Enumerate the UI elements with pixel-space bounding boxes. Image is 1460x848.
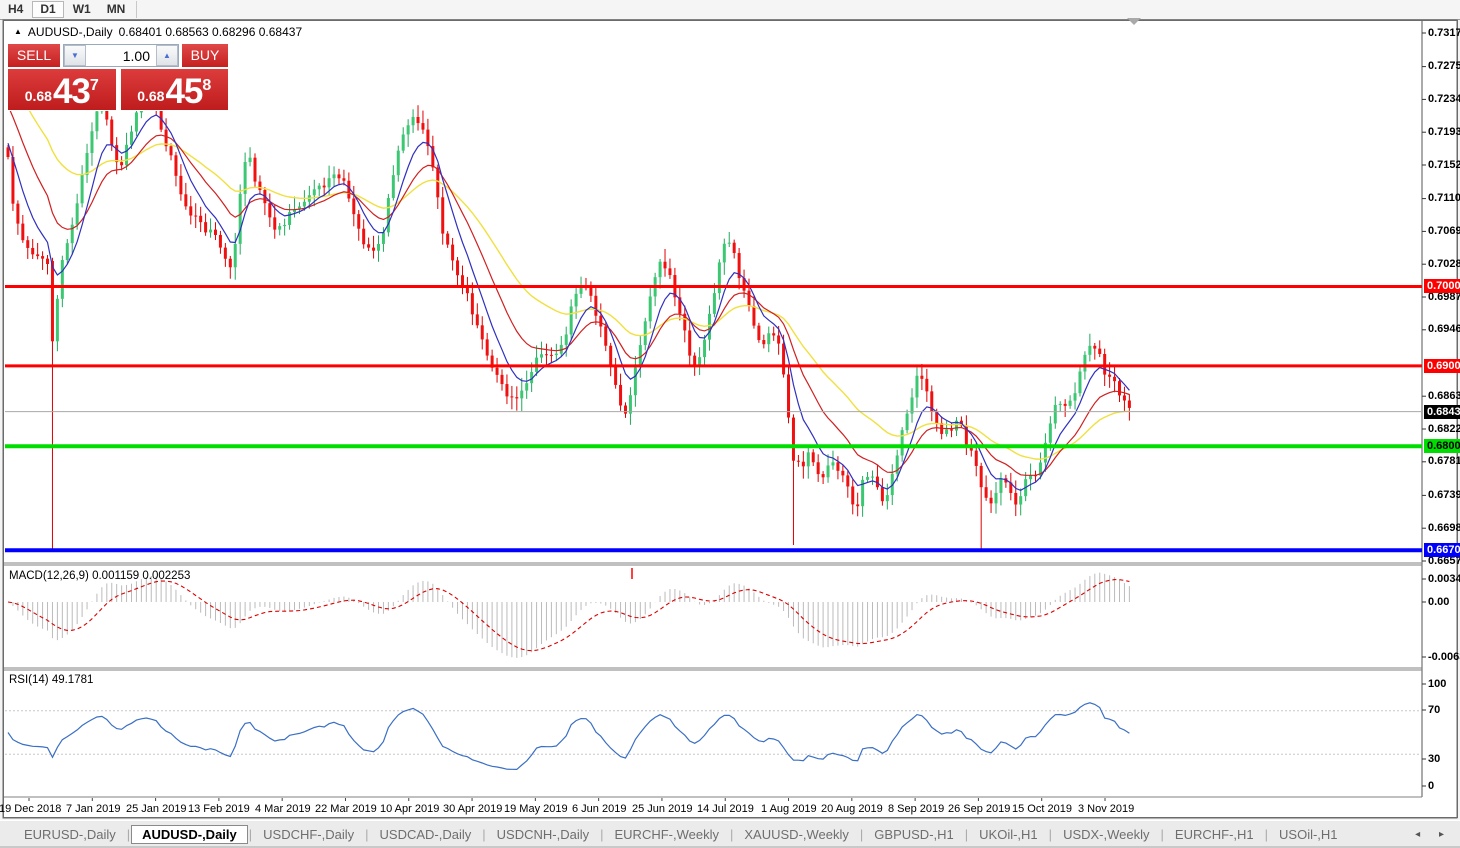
rsi-label: RSI(14) 49.1781 [9,674,93,686]
buy-button[interactable]: BUY [182,44,228,67]
date-axis-label: 20 Aug 2019 [821,803,883,815]
volume-decrease-button[interactable]: ▼ [64,45,86,66]
price-axis-tick: 0.72750 [1428,60,1460,72]
rsi-panel [5,703,1422,770]
date-axis-label: 22 Mar 2019 [315,803,377,815]
date-axis-label: 19 May 2019 [504,803,568,815]
volume-spinner: ▼ ▲ [63,44,179,67]
rsi-axis-tick: 0 [1428,780,1434,792]
one-click-trade-panel: SELL ▼ ▲ BUY 0.68 43 7 0.68 45 8 [8,44,228,110]
price-axis-tick: 0.70690 [1428,225,1460,237]
price-tag: 0.69009 [1424,359,1460,373]
price-axis-tick: 0.69460 [1428,323,1460,335]
date-axis-label: 8 Sep 2019 [888,803,944,815]
price-axis-tick: 0.73170 [1428,27,1460,39]
price-axis-tick: 0.67810 [1428,455,1460,467]
symbol-tab-ukoil[interactable]: UKOil-,H1 [969,825,1048,844]
autoscroll-marker-icon[interactable] [1127,18,1141,25]
rsi-axis-tick: 100 [1428,678,1446,690]
tab-scroll-arrows[interactable]: ◂ ▸ [1415,829,1452,840]
price-axis-tick: 0.68630 [1428,390,1460,402]
symbol-tab-usdx[interactable]: USDX-,Weekly [1053,825,1159,844]
sell-price-pip: 7 [90,77,99,95]
date-axis-label: 4 Mar 2019 [255,803,311,815]
symbol-tab-audusd[interactable]: AUDUSD-,Daily [131,825,248,844]
symbol-tab-xauusd[interactable]: XAUUSD-,Weekly [734,825,859,844]
symbol-tab-usdchf[interactable]: USDCHF-,Daily [253,825,364,844]
chart-canvas[interactable] [0,0,1460,848]
buy-price-prefix: 0.68 [137,88,164,104]
macd-histogram [8,573,1129,658]
date-axis-label: 30 Apr 2019 [443,803,502,815]
date-axis-label: 13 Feb 2019 [188,803,250,815]
macd-axis-tick: 0.00349 [1428,573,1460,585]
symbol-tab-usdcad[interactable]: USDCAD-,Daily [370,825,482,844]
application-window: H4D1W1MN ▲ AUDUSD-,Daily 0.68401 0.68563… [0,0,1460,848]
symbol-tab-eurchf[interactable]: EURCHF-,H1 [1165,825,1264,844]
candlestick-series [7,89,1131,551]
symbol-tab-bar: EURUSD-,Daily|AUDUSD-,Daily|USDCHF-,Dail… [0,820,1460,847]
volume-increase-button[interactable]: ▲ [156,45,178,66]
date-axis-label: 1 Aug 2019 [761,803,817,815]
macd-axis-tick: -0.00637 [1428,651,1460,663]
buy-price-pip: 8 [202,77,211,95]
symbol-tab-eurusd[interactable]: EURUSD-,Daily [14,825,126,844]
date-axis-label: 19 Dec 2018 [0,803,61,815]
chart-title: ▲ AUDUSD-,Daily 0.68401 0.68563 0.68296 … [14,25,302,39]
symbol-tab-gbpusd[interactable]: GBPUSD-,H1 [864,825,963,844]
price-axis-tick: 0.70280 [1428,258,1460,270]
date-axis-label: 6 Jun 2019 [572,803,626,815]
price-tag: 0.66705 [1424,543,1460,557]
price-axis-tick: 0.67390 [1428,489,1460,501]
date-axis-label: 7 Jan 2019 [66,803,120,815]
sell-price-prefix: 0.68 [25,88,52,104]
rsi-axis-tick: 30 [1428,753,1440,765]
main-price-panel [7,76,1131,551]
price-axis-tick: 0.71930 [1428,126,1460,138]
price-axis-tick: 0.72340 [1428,93,1460,105]
price-axis-tick: 0.71520 [1428,159,1460,171]
chart-ohlc-values: 0.68401 0.68563 0.68296 0.68437 [119,25,303,39]
price-axis-tick: 0.68220 [1428,423,1460,435]
macd-label: MACD(12,26,9) 0.001159 0.002253 [9,570,190,582]
date-axis-label: 10 Apr 2019 [380,803,439,815]
symbol-tab-eurchf[interactable]: EURCHF-,Weekly [605,825,730,844]
sell-button[interactable]: SELL [8,44,60,67]
date-axis-label: 26 Sep 2019 [948,803,1010,815]
price-axis-tick: 0.66980 [1428,522,1460,534]
symbol-tab-usdcnh[interactable]: USDCNH-,Daily [487,825,599,844]
date-axis-label: 3 Nov 2019 [1078,803,1134,815]
sell-price-main: 43 [53,77,90,107]
date-axis-label: 14 Jul 2019 [697,803,754,815]
sell-price-quote[interactable]: 0.68 43 7 [8,69,116,110]
date-axis-label: 15 Oct 2019 [1012,803,1072,815]
price-axis-tick: 0.71100 [1428,192,1460,204]
date-axis-label: 25 Jan 2019 [126,803,187,815]
price-tag: 0.68004 [1424,439,1460,453]
date-axis-label: 25 Jun 2019 [632,803,693,815]
chart-symbol-label: AUDUSD-,Daily [28,25,113,39]
price-tag: 0.68437 [1424,405,1460,419]
price-tag: 0.70002 [1424,279,1460,293]
volume-input[interactable] [86,45,156,66]
symbol-tab-usoil[interactable]: USOil-,H1 [1269,825,1348,844]
rsi-axis-tick: 70 [1428,704,1440,716]
buy-price-quote[interactable]: 0.68 45 8 [121,69,229,110]
buy-price-main: 45 [165,77,202,107]
symbol-collapse-icon[interactable]: ▲ [14,27,22,36]
macd-axis-tick: 0.00 [1428,596,1449,608]
